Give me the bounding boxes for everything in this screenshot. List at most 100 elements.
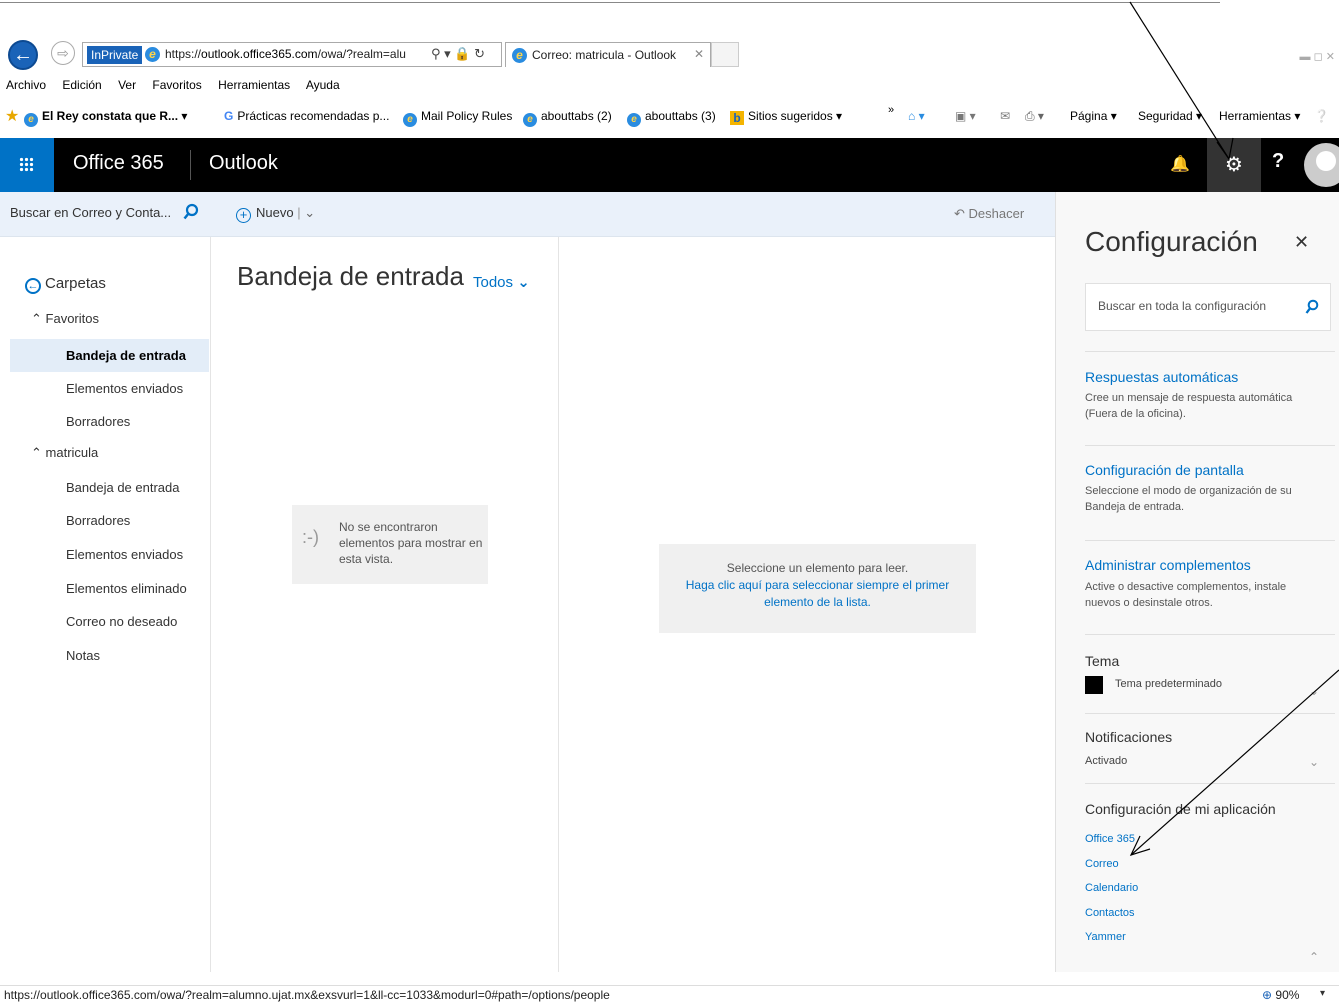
google-icon: G — [224, 109, 234, 123]
folder-item-fav-inbox[interactable]: Bandeja de entrada — [10, 339, 209, 372]
settings-title: Configuración — [1085, 226, 1258, 257]
folder-item-sent[interactable]: Elementos enviados — [10, 538, 209, 571]
chevron-down-icon[interactable]: ⌄ — [304, 205, 315, 220]
close-tab-icon[interactable]: ✕ — [694, 47, 704, 61]
mail-icon[interactable]: ✉ — [1000, 109, 1010, 123]
mail-search-input[interactable]: Buscar en Correo y Conta... — [10, 205, 171, 220]
chevron-down-icon[interactable]: ▾ — [1320, 988, 1325, 999]
menu-favoritos[interactable]: Favoritos — [152, 78, 201, 92]
divider — [1085, 634, 1335, 635]
app-settings-office365[interactable]: Office 365 — [1085, 833, 1135, 845]
status-url: https://outlook.office365.com/owa/?realm… — [4, 988, 610, 1002]
empty-message: No se encontraron elementos para mostrar… — [339, 520, 483, 566]
reading-hint: Seleccione un elemento para leer. — [726, 561, 909, 575]
undo-icon: ↶ — [954, 206, 965, 221]
menu-archivo[interactable]: Archivo — [6, 78, 46, 92]
browser-tab[interactable]: e Correo: matricula - Outlook ✕ — [505, 42, 711, 67]
fav-item[interactable]: b Sitios sugeridos ▾ — [730, 109, 842, 125]
settings-search-input[interactable]: Buscar en toda la configuración — [1085, 283, 1331, 331]
divider — [1085, 713, 1335, 714]
app-launcher-button[interactable] — [0, 138, 54, 192]
security-menu[interactable]: Seguridad ▾ — [1138, 109, 1202, 123]
favorites-group[interactable]: ⌃ Favoritos — [31, 311, 99, 327]
fav-item[interactable]: e abouttabs (3) — [627, 109, 716, 127]
ie-icon: e — [627, 113, 641, 127]
print-icon[interactable]: ⎙ ▾ — [1025, 109, 1044, 124]
menu-ayuda[interactable]: Ayuda — [306, 78, 340, 92]
home-icon[interactable]: ⌂ ▾ — [908, 109, 925, 123]
bell-icon[interactable]: 🔔 — [1170, 154, 1190, 176]
smiley-icon: :-) — [302, 527, 319, 547]
folder-item-deleted[interactable]: Elementos eliminado — [10, 572, 209, 605]
app-settings-yammer[interactable]: Yammer — [1085, 931, 1126, 943]
fav-item[interactable]: G Prácticas recomendadas p... — [224, 109, 389, 123]
app-settings-contacts[interactable]: Contactos — [1085, 907, 1135, 919]
chevron-up-icon[interactable]: ⌃ — [1309, 950, 1319, 964]
folder-item-fav-sent[interactable]: Elementos enviados — [10, 372, 209, 405]
auto-reply-link[interactable]: Respuestas automáticas — [1085, 369, 1238, 385]
new-tab-button[interactable] — [711, 42, 739, 67]
tab-title: Correo: matricula - Outlook — [532, 48, 677, 62]
folders-header[interactable]: ← Carpetas — [25, 275, 106, 294]
fav-item[interactable]: e Mail Policy Rules — [403, 109, 512, 127]
chevron-more-icon[interactable]: » — [888, 104, 894, 116]
fav-item[interactable]: e abouttabs (2) — [523, 109, 612, 127]
app-settings-calendar[interactable]: Calendario — [1085, 882, 1138, 894]
chevron-up-icon: ⌃ — [31, 311, 42, 326]
ie-icon: e — [24, 113, 38, 127]
menu-ver[interactable]: Ver — [118, 78, 136, 92]
folder-item-drafts[interactable]: Borradores — [10, 504, 209, 537]
page-menu[interactable]: Página ▾ — [1070, 109, 1117, 123]
folder-item-junk[interactable]: Correo no deseado — [10, 605, 209, 638]
divider — [1085, 445, 1335, 446]
undo-button[interactable]: ↶ Deshacer — [954, 206, 1024, 222]
search-icon[interactable] — [183, 203, 199, 221]
address-tools[interactable]: ⚲ ▾ 🔒 ↻ — [431, 46, 485, 62]
zoom-level[interactable]: ⊕ 90% — [1262, 988, 1299, 1002]
tools-menu[interactable]: Herramientas ▾ — [1219, 109, 1300, 123]
menu-edicion[interactable]: Edición — [62, 78, 101, 92]
folder-item-inbox[interactable]: Bandeja de entrada — [10, 471, 209, 504]
back-button[interactable]: ← — [8, 40, 38, 70]
empty-state: :-) No se encontraron elementos para mos… — [292, 505, 488, 584]
folder-pane: ← Carpetas ⌃ Favoritos Bandeja de entrada… — [0, 237, 210, 972]
app-settings-mail[interactable]: Correo — [1085, 858, 1119, 870]
theme-swatch[interactable] — [1085, 676, 1103, 694]
addins-link[interactable]: Administrar complementos — [1085, 557, 1251, 573]
feeds-icon[interactable]: ▣ ▾ — [955, 109, 976, 123]
folder-item-fav-drafts[interactable]: Borradores — [10, 405, 209, 438]
close-icon[interactable]: ✕ — [1294, 232, 1309, 253]
favorites-star-icon[interactable]: ★ — [5, 106, 19, 126]
o365-header: Office 365 Outlook 🔔 ⚙ ? — [0, 138, 1339, 192]
divider — [1085, 540, 1335, 541]
address-bar[interactable]: InPrivate e https://outlook.office365.co… — [82, 42, 502, 67]
display-settings-desc: Seleccione el modo de organización de su… — [1085, 485, 1292, 513]
search-icon[interactable] — [1305, 299, 1319, 315]
forward-button[interactable]: ⇨ — [51, 41, 75, 65]
folder-item-notes[interactable]: Notas — [10, 639, 209, 672]
notifications-value[interactable]: Activado — [1085, 755, 1127, 767]
chevron-down-icon: ⌄ — [517, 274, 530, 291]
address-url[interactable]: https://outlook.office365.com/owa/?realm… — [165, 47, 427, 61]
window-controls[interactable]: ▬ ◻ ✕ — [1300, 50, 1335, 63]
theme-value[interactable]: Tema predeterminado — [1115, 678, 1222, 690]
filter-dropdown[interactable]: Todos ⌄ — [473, 273, 530, 291]
help-icon[interactable]: ❔ — [1314, 109, 1329, 123]
fav-item[interactable]: e El Rey constata que R... ▾ — [24, 109, 187, 127]
new-message-button[interactable]: + Nuevo | ⌄ — [236, 205, 315, 223]
settings-search-placeholder: Buscar en toda la configuración — [1098, 299, 1267, 313]
chevron-down-icon[interactable]: ⌄ — [1309, 684, 1319, 698]
brand-label[interactable]: Office 365 — [73, 152, 164, 175]
select-first-link[interactable]: Haga clic aquí para seleccionar siempre … — [659, 577, 976, 611]
favorites-bar: ★ e El Rey constata que R... ▾ G Prácticas… — [0, 104, 1339, 128]
settings-gear-button[interactable]: ⚙ — [1207, 138, 1261, 192]
help-button[interactable]: ? — [1272, 150, 1284, 173]
account-group[interactable]: ⌃ matricula — [31, 445, 98, 461]
addins-desc: Active o desactive complementos, instale… — [1085, 581, 1287, 609]
avatar[interactable] — [1304, 143, 1339, 187]
app-name: Outlook — [209, 152, 278, 174]
chevron-down-icon[interactable]: ⌄ — [1309, 755, 1319, 769]
display-settings-link[interactable]: Configuración de pantalla — [1085, 462, 1244, 478]
zoom-icon: ⊕ — [1262, 988, 1273, 1002]
menu-herramientas[interactable]: Herramientas — [218, 78, 290, 92]
